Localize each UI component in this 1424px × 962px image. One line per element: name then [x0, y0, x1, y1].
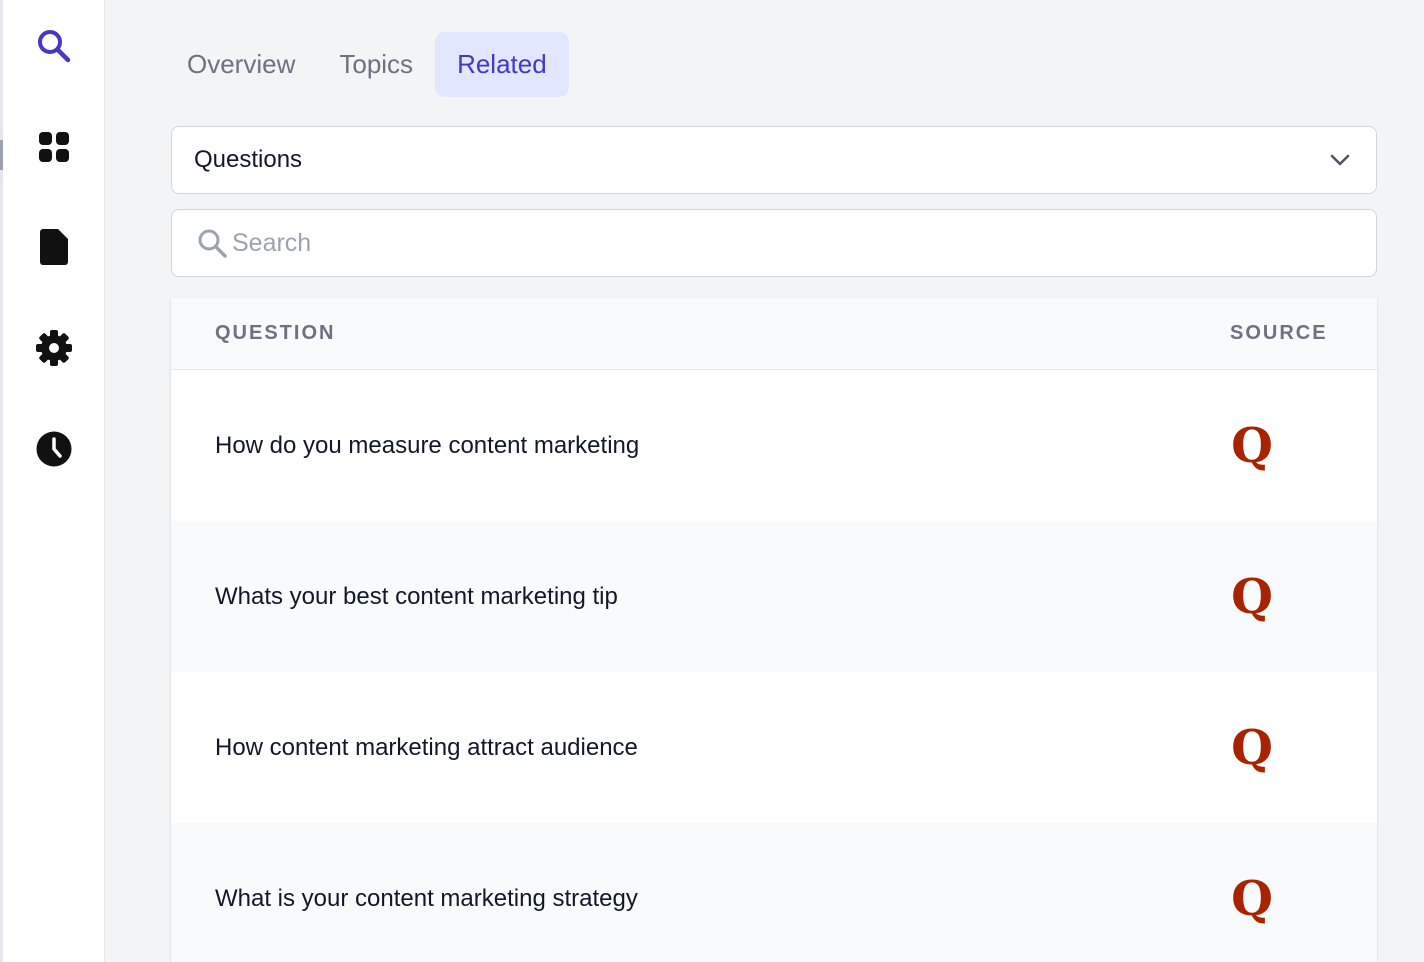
tab-overview[interactable]: Overview	[165, 32, 317, 97]
table-row[interactable]: How content marketing attract audience Q	[171, 672, 1377, 823]
select-value: Questions	[194, 146, 303, 173]
clock-icon	[36, 431, 72, 467]
gear-icon	[36, 330, 72, 366]
sidebar-item-settings[interactable]	[22, 316, 86, 380]
tab-related[interactable]: Related	[435, 32, 569, 97]
tab-bar: Overview Topics Related	[165, 32, 569, 97]
quora-icon[interactable]: Q	[1227, 572, 1277, 622]
document-icon	[40, 229, 68, 265]
sidebar-item-dashboard[interactable]	[22, 115, 86, 179]
sidebar-item-documents[interactable]	[22, 215, 86, 279]
quora-icon[interactable]: Q	[1227, 723, 1277, 773]
quora-icon[interactable]: Q	[1227, 874, 1277, 924]
question-text: How content marketing attract audience	[215, 733, 638, 761]
table-row[interactable]: Whats your best content marketing tip Q	[171, 521, 1377, 672]
search-icon	[38, 30, 71, 63]
questions-table: QUESTION SOURCE How do you measure conte…	[171, 298, 1377, 962]
quora-icon[interactable]: Q	[1227, 421, 1277, 471]
sidebar-item-history[interactable]	[22, 417, 86, 481]
tab-topics[interactable]: Topics	[317, 32, 435, 97]
question-text: Whats your best content marketing tip	[215, 582, 618, 610]
grid-icon	[39, 132, 69, 162]
app: Overview Topics Related Questions QUESTI…	[0, 0, 1424, 962]
sidebar-item-search[interactable]	[22, 14, 86, 78]
question-text: How do you measure content marketing	[215, 431, 640, 459]
search-icon	[198, 229, 227, 258]
table-row[interactable]: How do you measure content marketing Q	[171, 370, 1377, 521]
search-input[interactable]	[232, 228, 1376, 258]
chevron-down-icon	[1330, 154, 1350, 166]
question-text: What is your content marketing strategy	[215, 884, 638, 912]
sidebar	[0, 0, 105, 962]
edge-marker	[0, 140, 3, 170]
column-header-question: QUESTION	[215, 322, 336, 344]
table-header: QUESTION SOURCE	[171, 298, 1377, 370]
related-type-select[interactable]: Questions	[171, 126, 1377, 194]
column-header-source: SOURCE	[1230, 322, 1328, 344]
table-row[interactable]: What is your content marketing strategy …	[171, 823, 1377, 962]
search-box	[171, 209, 1377, 277]
